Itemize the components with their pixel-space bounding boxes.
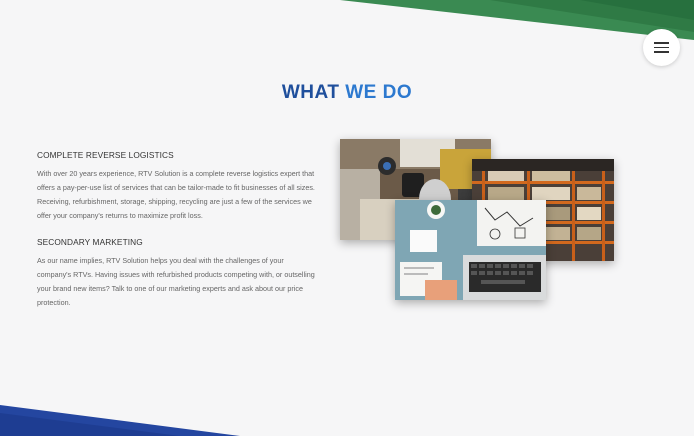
services-text: COMPLETE REVERSE LOGISTICS With over 20 … <box>37 150 319 324</box>
menu-button[interactable] <box>643 29 680 66</box>
section-heading: SECONDARY MARKETING <box>37 237 143 247</box>
section-heading: COMPLETE REVERSE LOGISTICS <box>37 150 174 160</box>
title-word-we-do: WE DO <box>345 82 413 103</box>
hamburger-menu-icon <box>654 42 669 44</box>
section-body: With over 20 years experience, RTV Solut… <box>37 169 315 220</box>
section-body: As our name implies, RTV Solution helps … <box>37 256 315 307</box>
title-word-what: WHAT <box>281 82 340 103</box>
photo-desk-laptop <box>395 200 546 300</box>
hamburger-menu-icon-bar <box>654 51 669 53</box>
bottom-left-blue-shape <box>0 405 240 436</box>
hamburger-menu-icon-bar <box>654 46 669 49</box>
top-right-green-shape <box>340 0 694 40</box>
section-title: WHAT WE DO <box>0 82 694 104</box>
